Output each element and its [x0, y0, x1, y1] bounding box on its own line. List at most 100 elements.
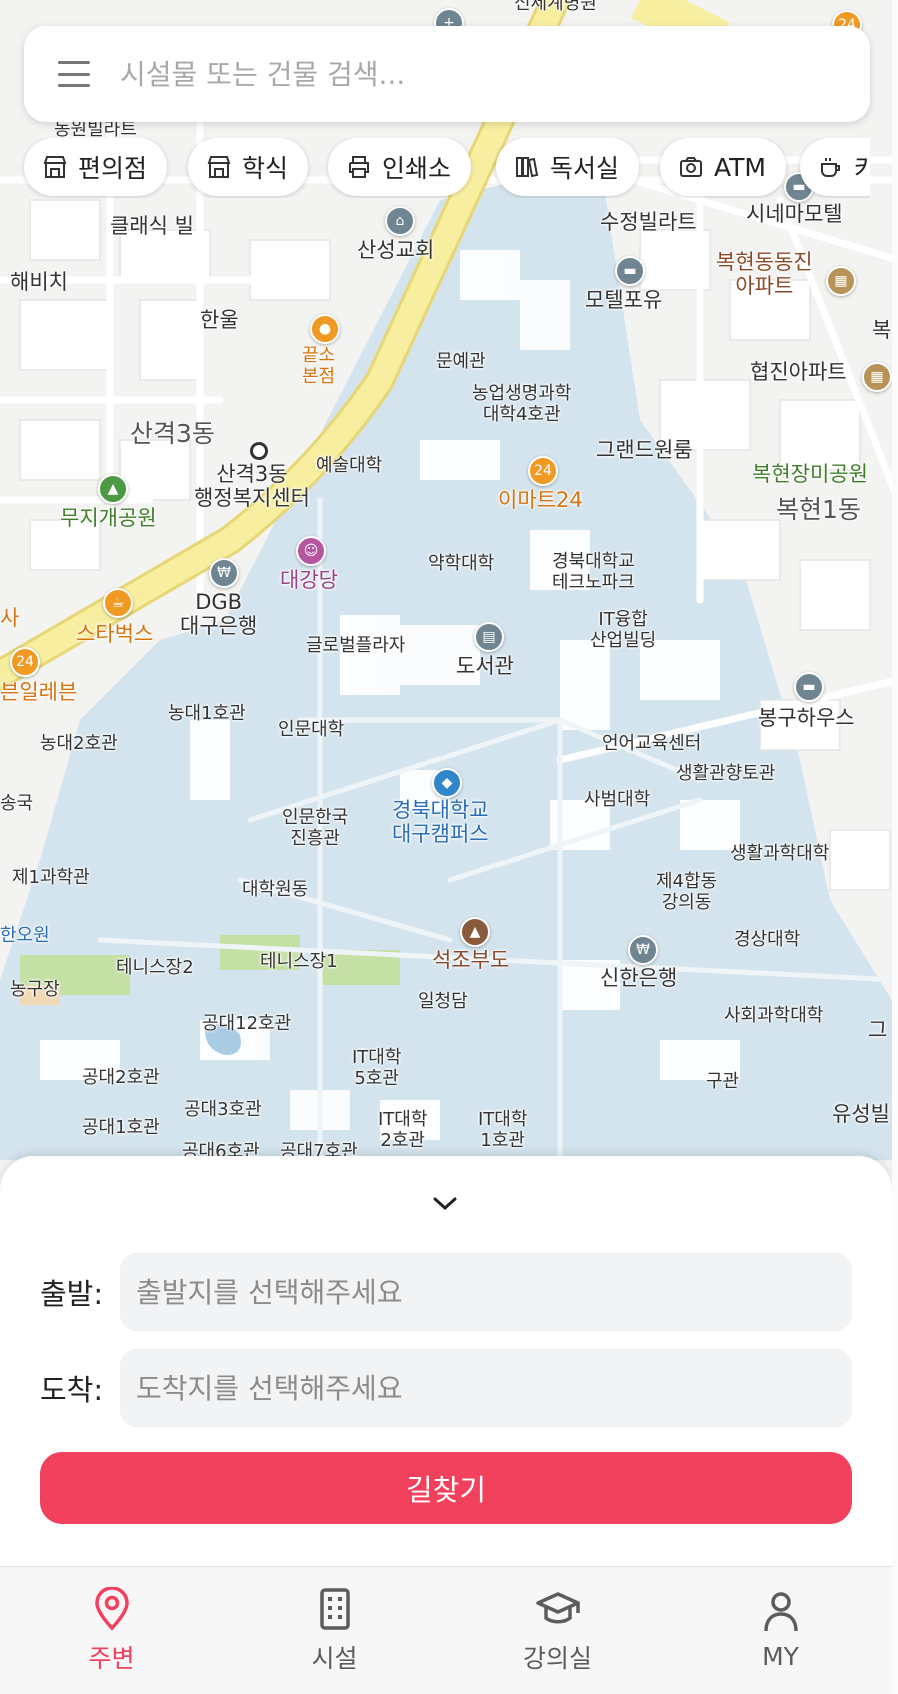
nav-label: MY	[762, 1642, 799, 1671]
map-label: 수정빌라트	[600, 210, 697, 234]
church-icon[interactable]: ⌂	[385, 206, 415, 236]
restaurant-icon[interactable]: ●	[310, 314, 340, 344]
map-label: 테니스장2	[116, 957, 194, 978]
map-label: 경북대학교 테크노파크	[552, 551, 635, 593]
map-label: 농구장	[10, 979, 60, 1000]
map-label: 공대1호관	[82, 1117, 160, 1138]
map-label: 예술대학	[316, 455, 383, 476]
map-label: 시네마모텔	[746, 202, 843, 226]
map-label: 사	[0, 606, 20, 630]
chip-cafeteria[interactable]: 학식	[188, 138, 309, 196]
map-label: 테니스장1	[260, 951, 338, 972]
bank-icon[interactable]: ₩	[628, 935, 658, 965]
map-label: 대학원동	[242, 879, 309, 900]
store-icon	[207, 156, 231, 178]
map-label: 농대1호관	[168, 703, 246, 724]
map-label: 해비치	[10, 270, 68, 294]
map-label: 대강당	[280, 568, 338, 592]
chevron-down-icon[interactable]	[430, 1194, 460, 1214]
convenience-store-icon[interactable]: 24	[10, 647, 40, 677]
auditorium-icon[interactable]: ☺	[296, 536, 326, 566]
map-label: 모텔포유	[585, 288, 663, 312]
category-chips: 편의점 학식 인쇄소 독서실 ATM 카	[0, 138, 870, 198]
person-icon	[763, 1592, 798, 1632]
apartment-icon[interactable]: ▦	[826, 266, 856, 296]
chip-convenience-store[interactable]: 편의점	[24, 138, 168, 196]
nav-item-nearby[interactable]: 주변	[0, 1567, 223, 1694]
nav-label: 주변	[88, 1643, 135, 1673]
map-label: 구관	[706, 1071, 740, 1092]
chip-label: 학식	[242, 154, 289, 183]
map-label: DGB 대구은행	[180, 590, 258, 639]
library-icon[interactable]: ▤	[474, 622, 504, 652]
hamburger-menu-icon[interactable]	[58, 61, 90, 87]
map-label: 제1과학관	[12, 867, 90, 888]
cafe-icon[interactable]: ☕	[103, 588, 133, 618]
map-label: 농업생명과학 대학4호관	[472, 383, 572, 425]
map-label: 공대12호관	[202, 1013, 292, 1034]
chip-cafe[interactable]: 카	[800, 138, 870, 196]
chip-print-shop[interactable]: 인쇄소	[328, 138, 472, 196]
building-icon	[319, 1587, 350, 1630]
chip-label: ATM	[714, 152, 767, 182]
map-label: 일청담	[418, 991, 468, 1012]
chip-atm[interactable]: ATM	[660, 138, 787, 196]
map-label: 그	[868, 1018, 888, 1042]
map-label: 사범대학	[584, 789, 651, 810]
map-label: 복현1동	[776, 495, 861, 524]
map-label: 농대2호관	[40, 733, 118, 754]
bank-icon[interactable]: ₩	[209, 558, 239, 588]
map-label: 무지개공원	[60, 506, 157, 530]
map-label: 유성빌	[832, 1102, 890, 1126]
chip-reading-room[interactable]: 독서실	[496, 138, 640, 196]
end-input[interactable]	[120, 1348, 852, 1428]
convenience-store-icon[interactable]: 24	[528, 456, 558, 486]
chip-label: 인쇄소	[382, 154, 452, 183]
map-label: 신세계병원	[514, 0, 597, 14]
screen-edge	[892, 0, 898, 1694]
map-label: 븐일레븐	[0, 680, 78, 704]
location-pin-icon	[94, 1586, 129, 1630]
chip-label: 독서실	[550, 154, 620, 183]
map-label: 송국	[0, 793, 34, 814]
map-label: 도서관	[456, 654, 514, 678]
map-label: 문예관	[436, 351, 486, 372]
map-label: 그랜드원룸	[596, 438, 693, 462]
place-dot-icon	[250, 442, 268, 460]
nav-item-classrooms[interactable]: 강의실	[446, 1567, 669, 1694]
motel-icon[interactable]: ▬	[794, 672, 824, 702]
apartment-icon[interactable]: ▦	[862, 362, 892, 392]
map-label: 경북대학교 대구캠퍼스	[392, 798, 489, 847]
find-route-button[interactable]: 길찾기	[40, 1452, 852, 1524]
map-label: 협진아파트	[750, 360, 847, 384]
map-label: 제4합동 강의동	[656, 871, 718, 913]
map-label: 복현장미공원	[752, 462, 868, 486]
motel-icon[interactable]: ▬	[615, 256, 645, 286]
bottom-nav: 주변 시설 강의실 MY	[0, 1566, 892, 1694]
nav-item-facilities[interactable]: 시설	[223, 1567, 446, 1694]
university-icon[interactable]: ◆	[432, 768, 462, 798]
store-icon	[43, 156, 67, 178]
park-icon[interactable]: ▲	[98, 474, 128, 504]
map-label: 산격3동	[130, 419, 215, 448]
start-row: 출발:	[40, 1252, 852, 1332]
monument-icon[interactable]: ▲	[460, 917, 490, 947]
coffee-icon	[821, 158, 840, 177]
map-label: 약학대학	[428, 553, 495, 574]
search-bar[interactable]	[24, 26, 870, 122]
map-label: 신한은행	[600, 966, 678, 990]
map-label: 사회과학대학	[724, 1005, 824, 1026]
books-icon	[516, 157, 539, 178]
map-label: 생활과학대학	[730, 843, 830, 864]
start-input[interactable]	[120, 1252, 852, 1332]
map-label: 한오원	[0, 925, 50, 946]
map-label: 산격3동 행정복지센터	[194, 462, 310, 511]
nav-label: 강의실	[522, 1643, 592, 1673]
map-label: IT융합 산업빌딩	[590, 609, 657, 651]
map-label: 글로벌플라자	[306, 635, 406, 656]
search-input[interactable]	[120, 57, 820, 91]
nav-item-my[interactable]: MY	[669, 1567, 892, 1694]
start-label: 출발:	[40, 1277, 104, 1311]
map-label: 공대3호관	[184, 1099, 262, 1120]
map-label: 공대2호관	[82, 1067, 160, 1088]
